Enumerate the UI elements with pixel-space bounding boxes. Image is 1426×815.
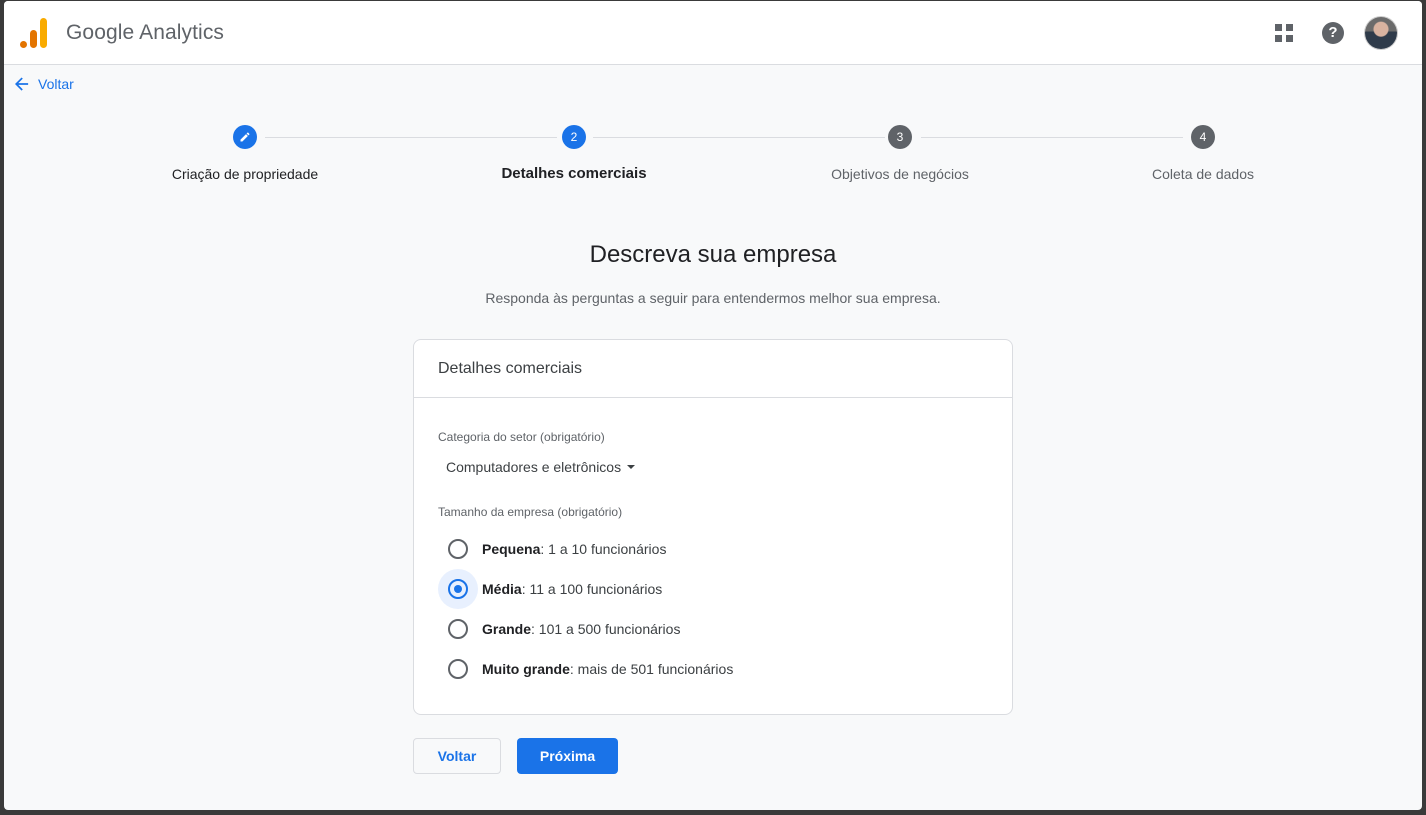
size-option-large[interactable]: Grande: 101 a 500 funcionários [438,609,680,649]
dropdown-caret-icon [627,465,636,469]
step-1-edit-icon [233,125,257,149]
card-header: Detalhes comerciais [414,340,1012,398]
radio-button[interactable] [448,619,468,639]
back-link-label: Voltar [38,76,74,92]
page-title: Descreva sua empresa [589,241,837,268]
back-button[interactable]: Voltar [413,738,501,774]
pencil-icon [240,132,250,142]
industry-select[interactable]: Computadores e eletrônicos [446,459,636,475]
next-button[interactable]: Próxima [517,738,618,774]
back-link[interactable]: Voltar [15,75,74,93]
radio-button-checked[interactable] [448,579,468,599]
step-4-label: Coleta de dados [1152,166,1254,182]
top-app-bar: Google Analytics ? [4,1,1422,65]
radio-button[interactable] [448,659,468,679]
stepper-connector [265,137,557,138]
step-4-circle: 4 [1191,125,1215,149]
radio-button[interactable] [448,539,468,559]
industry-label: Categoria do setor (obrigatório) [438,430,605,444]
company-size-label: Tamanho da empresa (obrigatório) [438,505,623,519]
app-title: Google Analytics [66,21,225,44]
logo-bar-mid [30,30,37,48]
step-3-label: Objetivos de negócios [831,166,969,182]
stepper-connector [593,137,885,138]
page-subtitle: Responda às perguntas a seguir para ente… [485,290,941,306]
size-option-small[interactable]: Pequena: 1 a 10 funcionários [438,529,666,569]
stepper-connector [921,137,1183,138]
size-option-very-large[interactable]: Muito grande: mais de 501 funcionários [438,649,733,689]
analytics-logo-icon [20,18,48,48]
industry-select-value: Computadores e eletrônicos [446,459,622,475]
apps-grid-icon[interactable] [1275,24,1295,44]
user-avatar[interactable] [1365,17,1397,49]
logo-dot [20,41,27,48]
step-1-label: Criação de propriedade [171,166,319,182]
step-2-circle: 2 [562,125,586,149]
help-icon[interactable]: ? [1322,22,1344,44]
card-title: Detalhes comerciais [438,360,583,377]
step-2-label: Detalhes comerciais [501,165,647,182]
step-3-circle: 3 [888,125,912,149]
logo-bar-tall [40,18,47,48]
arrow-back-icon [15,77,29,91]
analytics-window: Google Analytics ? Voltar 2 3 4 Criação … [4,1,1422,810]
size-option-medium[interactable]: Média: 11 a 100 funcionários [438,569,662,609]
business-details-card: Detalhes comerciais Categoria do setor (… [413,339,1013,715]
